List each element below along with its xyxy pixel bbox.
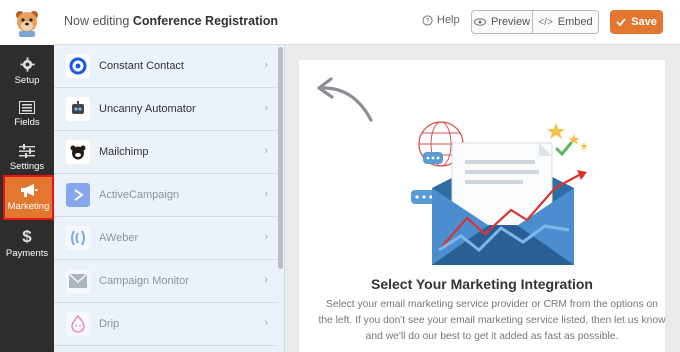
integration-label: Drip [99, 318, 120, 330]
form-name: Conference Registration [132, 14, 278, 28]
curved-arrow-icon [322, 86, 373, 122]
list-icon [19, 101, 35, 114]
marketing-description: Select your email marketing service prov… [318, 299, 666, 342]
sidebar-item-label: Settings [9, 160, 45, 172]
integration-label: ActiveCampaign [99, 189, 180, 201]
embed-button[interactable]: </> Embed [533, 10, 599, 34]
integration-activecampaign[interactable]: ActiveCampaign › [54, 174, 278, 217]
constant-contact-icon [66, 54, 90, 78]
gear-icon [19, 57, 35, 72]
code-icon: </> [538, 16, 553, 28]
integration-list: Constant Contact › Uncanny Automator › M… [54, 45, 285, 352]
chevron-right-icon: › [264, 274, 268, 286]
aweber-icon [66, 226, 90, 250]
bear-logo-icon [16, 10, 38, 37]
campaign-monitor-icon [66, 269, 90, 293]
integration-label: Campaign Monitor [99, 275, 189, 287]
embed-label: Embed [557, 16, 593, 28]
sidebar-item-settings[interactable]: Settings [0, 136, 54, 179]
envelope-icon [432, 142, 574, 265]
preview-label: Preview [490, 16, 531, 28]
integration-campaign-monitor[interactable]: Campaign Monitor › [54, 260, 278, 303]
chevron-right-icon: › [264, 59, 268, 71]
integration-label: Constant Contact [99, 60, 184, 72]
sidebar-item-payments[interactable]: $ Payments [0, 222, 54, 265]
sidebar-item-marketing[interactable]: Marketing [3, 175, 54, 220]
chevron-right-icon: › [264, 188, 268, 200]
integration-aweber[interactable]: AWeber › [54, 217, 278, 260]
list-scrollbar[interactable] [278, 47, 283, 269]
sidebar-item-label: Marketing [7, 201, 50, 212]
preview-button[interactable]: Preview [471, 10, 533, 34]
top-bar: Now editing Conference Registration ? He… [0, 0, 680, 45]
sidebar-item-label: Fields [14, 117, 40, 128]
chevron-right-icon: › [264, 145, 268, 157]
integration-label: Uncanny Automator [99, 103, 196, 115]
chevron-right-icon: › [264, 317, 268, 329]
uncanny-automator-icon [66, 97, 90, 121]
chevron-right-icon: › [264, 102, 268, 114]
megaphone-icon [20, 184, 37, 197]
question-circle-icon: ? [422, 14, 433, 26]
integration-label: Mailchimp [99, 146, 149, 158]
mailchimp-icon [66, 140, 90, 164]
drip-icon [66, 312, 90, 336]
eye-icon [473, 18, 486, 26]
integration-constant-contact[interactable]: Constant Contact › [54, 45, 278, 88]
sidebar-item-setup[interactable]: Setup [0, 50, 54, 93]
sidebar-item-fields[interactable]: Fields [0, 93, 54, 136]
page-title: Now editing Conference Registration [64, 14, 278, 28]
integration-label: AWeber [99, 232, 139, 244]
save-button[interactable]: Save [610, 10, 663, 34]
marketing-heading: Select Your Marketing Integration [371, 276, 593, 292]
sliders-icon [19, 143, 35, 158]
title-prefix: Now editing [64, 14, 130, 28]
integration-drip[interactable]: Drip › [54, 303, 278, 346]
integration-mailchimp[interactable]: Mailchimp › [54, 131, 278, 174]
help-label: Help [437, 14, 460, 26]
save-label: Save [631, 16, 657, 28]
integration-uncanny-automator[interactable]: Uncanny Automator › [54, 88, 278, 131]
chevron-right-icon: › [264, 231, 268, 243]
sidebar-item-label: Payments [5, 248, 49, 259]
sidebar-item-label: Setup [14, 75, 40, 86]
builder-sidebar: Setup Fields Settings Marketing $ Paymen… [0, 45, 54, 352]
svg-text:?: ? [426, 17, 430, 24]
wpforms-logo[interactable] [0, 0, 54, 45]
help-link[interactable]: ? Help [422, 14, 460, 26]
checkmark-icon [616, 18, 626, 26]
check-icon [555, 141, 573, 157]
activecampaign-icon [66, 183, 90, 207]
dollar-icon: $ [22, 227, 32, 246]
